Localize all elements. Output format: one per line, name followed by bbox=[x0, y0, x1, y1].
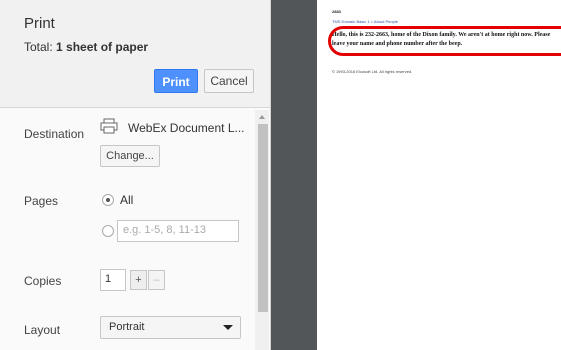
layout-selected-value: Portrait bbox=[109, 321, 145, 333]
destination-label: Destination bbox=[24, 127, 85, 141]
preview-breadcrumb: TMS Domain Basic 1 > About People bbox=[332, 19, 398, 24]
preview-page: 2883 TMS Domain Basic 1 > About People H… bbox=[317, 0, 561, 350]
pages-all-radio[interactable] bbox=[102, 194, 114, 206]
pages-all-label: All bbox=[120, 193, 134, 207]
scrollbar-thumb[interactable] bbox=[258, 124, 268, 312]
pages-label: Pages bbox=[24, 194, 59, 208]
settings-scrollbar[interactable] bbox=[255, 110, 269, 350]
layout-label: Layout bbox=[24, 323, 61, 337]
chevron-down-icon bbox=[223, 325, 233, 330]
pages-range-radio[interactable] bbox=[102, 225, 114, 237]
red-highlight-annotation bbox=[328, 26, 561, 56]
print-header: Print Total: 1 sheet of paper Print Canc… bbox=[0, 0, 270, 108]
total-value: 1 sheet of paper bbox=[56, 40, 149, 54]
print-settings-panel: Print Total: 1 sheet of paper Print Canc… bbox=[0, 0, 271, 350]
total-label: Total: bbox=[24, 40, 53, 54]
total-summary: Total: 1 sheet of paper bbox=[24, 40, 148, 54]
copies-decrement-button[interactable]: – bbox=[148, 270, 165, 290]
printer-icon bbox=[100, 118, 118, 134]
print-title: Print bbox=[24, 15, 55, 32]
preview-background bbox=[271, 0, 317, 350]
scroll-up-arrow-icon[interactable] bbox=[259, 115, 265, 119]
copies-input[interactable]: 1 bbox=[100, 269, 126, 291]
pages-range-input[interactable]: e.g. 1-5, 8, 11-13 bbox=[117, 220, 239, 242]
destination-printer-name: WebEx Document L... bbox=[128, 121, 245, 135]
preview-page-header: 2883 bbox=[332, 9, 341, 14]
copies-label: Copies bbox=[24, 274, 62, 288]
copies-increment-button[interactable]: + bbox=[130, 270, 147, 290]
change-destination-button[interactable]: Change... bbox=[100, 145, 160, 167]
layout-select[interactable]: Portrait bbox=[100, 316, 241, 339]
cancel-button[interactable]: Cancel bbox=[204, 69, 254, 93]
print-button[interactable]: Print bbox=[154, 69, 198, 93]
preview-copyright: © 1993-2016 Elcosoft Ltd. All rights res… bbox=[332, 69, 413, 74]
